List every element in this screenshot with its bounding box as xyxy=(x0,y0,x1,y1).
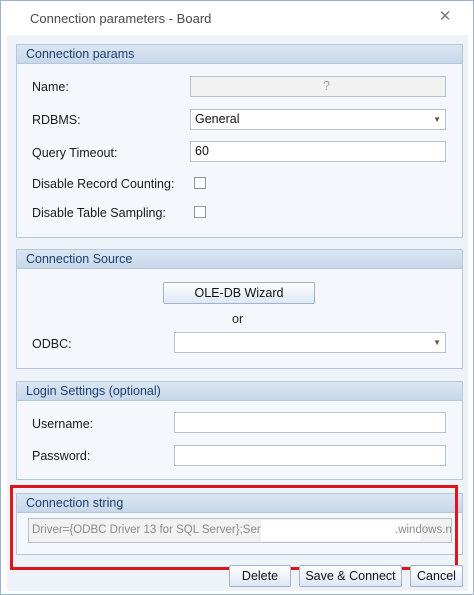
title-bar: Connection parameters - Board ✕ xyxy=(1,1,473,35)
window-title: Connection parameters - Board xyxy=(30,11,212,26)
login-settings-header: Login Settings (optional) xyxy=(17,382,462,401)
query-timeout-label: Query Timeout: xyxy=(32,146,118,160)
connection-parameters-dialog: Connection parameters - Board ✕ Connecti… xyxy=(0,0,474,595)
password-input[interactable] xyxy=(174,445,446,466)
name-value: ? xyxy=(323,79,330,93)
odbc-select[interactable]: ▼ xyxy=(174,332,446,353)
save-connect-button[interactable]: Save & Connect xyxy=(299,565,402,587)
username-label: Username: xyxy=(32,417,94,431)
disable-record-counting-label: Disable Record Counting: xyxy=(32,177,175,191)
rdbms-select[interactable]: General ▼ xyxy=(190,109,446,130)
rdbms-value: General xyxy=(195,112,240,126)
cancel-button[interactable]: Cancel xyxy=(410,565,463,587)
connection-string-end: .windows.ne xyxy=(395,524,452,536)
odbc-label: ODBC: xyxy=(32,337,72,351)
disable-table-sampling-label: Disable Table Sampling: xyxy=(32,206,166,220)
name-field[interactable]: ? xyxy=(190,76,446,97)
connection-params-header: Connection params xyxy=(17,45,462,64)
connection-string-start: Driver={ODBC Driver 13 for SQL Server};S… xyxy=(32,524,299,536)
username-input[interactable] xyxy=(174,412,446,433)
query-timeout-value: 60 xyxy=(195,144,209,158)
connection-string-field[interactable]: Driver={ODBC Driver 13 for SQL Server};S… xyxy=(28,518,452,543)
connection-string-header: Connection string xyxy=(17,494,462,513)
query-timeout-input[interactable]: 60 xyxy=(190,141,446,162)
delete-button[interactable]: Delete xyxy=(229,565,291,587)
close-icon[interactable]: ✕ xyxy=(436,7,454,27)
disable-table-sampling-checkbox[interactable] xyxy=(194,206,206,218)
oledb-wizard-button[interactable]: OLE-DB Wizard xyxy=(163,282,315,304)
or-text: or xyxy=(232,312,244,326)
connection-source-header: Connection Source xyxy=(17,250,462,269)
chevron-down-icon: ▼ xyxy=(433,115,441,124)
rdbms-label: RDBMS: xyxy=(32,113,81,127)
name-label: Name: xyxy=(32,80,69,94)
chevron-down-icon: ▼ xyxy=(433,338,441,347)
disable-record-counting-checkbox[interactable] xyxy=(194,177,206,189)
password-label: Password: xyxy=(32,449,91,463)
